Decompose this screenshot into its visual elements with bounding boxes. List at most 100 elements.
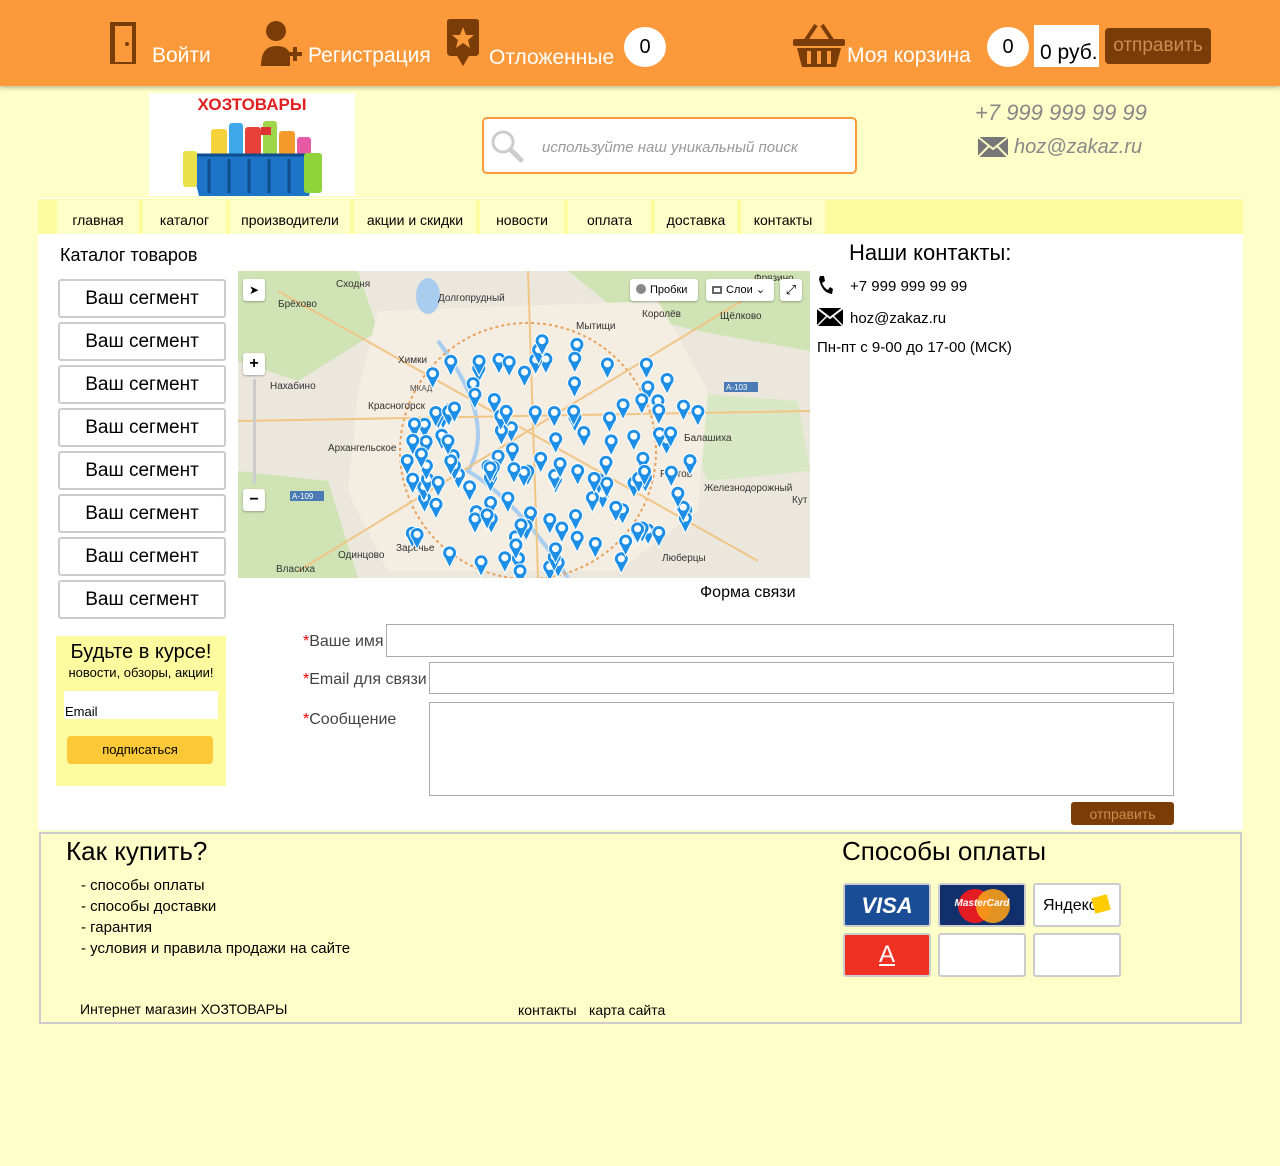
traffic-button[interactable]: Пробки: [630, 279, 698, 301]
nav-news[interactable]: новости: [480, 200, 564, 234]
zoom-in-button[interactable]: +: [243, 353, 265, 375]
nav-payment[interactable]: оплата: [568, 200, 651, 234]
mastercard-card: MasterCard: [938, 883, 1026, 927]
catalog-segment[interactable]: Ваш сегмент: [58, 322, 226, 361]
contacts-phone[interactable]: +7 999 999 99 99: [850, 278, 967, 295]
nav-manufacturers[interactable]: производители: [230, 200, 350, 234]
subscribe-subtitle: новости, обзоры, акции!: [68, 665, 214, 680]
contacts-title: Наши контакты:: [849, 240, 1012, 265]
site-logo[interactable]: ХОЗТОВАРЫ: [149, 93, 355, 196]
contacts-email[interactable]: hoz@zakaz.ru: [850, 310, 946, 327]
contacts-hours: Пн-пт с 9-00 до 17-00 (МСК): [817, 339, 1012, 356]
nav-contacts[interactable]: контакты: [741, 200, 825, 234]
visa-logo: VISA: [861, 893, 913, 918]
name-label-text: Ваше имя: [309, 633, 384, 650]
catalog-segment[interactable]: Ваш сегмент: [58, 279, 226, 318]
catalog-segment[interactable]: Ваш сегмент: [58, 494, 226, 533]
search-box[interactable]: [482, 117, 857, 174]
cart-total: 0 руб.: [1034, 25, 1099, 67]
layers-button[interactable]: Слои ⌄: [706, 279, 774, 301]
login-link[interactable]: Войти: [152, 44, 211, 68]
header-phone[interactable]: +7 999 999 99 99: [975, 100, 1147, 126]
catalog-segment[interactable]: Ваш сегмент: [58, 537, 226, 576]
catalog-segment[interactable]: Ваш сегмент: [58, 408, 226, 447]
layers-label: Слои: [726, 284, 753, 296]
feedback-send-button[interactable]: отправить: [1071, 802, 1174, 825]
deferred-link[interactable]: Отложенные: [489, 46, 614, 70]
nav-promotions[interactable]: акции и скидки: [354, 200, 476, 234]
payment-methods-title: Способы оплаты: [842, 836, 1047, 866]
footer-link-terms[interactable]: - условия и правила продажи на сайте: [81, 940, 350, 957]
footer-shop-name: Интернет магазин ХОЗТОВАРЫ: [80, 1001, 288, 1017]
catalog-segment[interactable]: Ваш сегмент: [58, 580, 226, 619]
layers-icon: [712, 286, 722, 294]
name-field[interactable]: [386, 624, 1174, 657]
traffic-icon: [636, 284, 646, 294]
nav-catalog[interactable]: каталог: [143, 200, 226, 234]
geolocation-button[interactable]: ➤: [243, 279, 265, 301]
map-place-label: Химки: [398, 355, 427, 366]
map-place-label: Архангельское: [328, 443, 397, 454]
nav-delivery[interactable]: доставка: [655, 200, 737, 234]
svg-text:А-109: А-109: [292, 492, 314, 501]
map-place-label: Кут: [792, 495, 808, 506]
wallet-icon: [1091, 894, 1111, 914]
map-canvas[interactable]: Сходня Брёхово Долгопрудный Мытищи Королёв Щё…: [238, 271, 810, 578]
footer-contacts-link[interactable]: контакты: [518, 1002, 577, 1018]
catalog-segment[interactable]: Ваш сегмент: [58, 365, 226, 404]
message-label: *Сообщение: [303, 711, 396, 729]
email-label: *Email для связи: [303, 671, 427, 689]
road-label: А-109: [290, 491, 324, 501]
footer-sitemap-link[interactable]: карта сайта: [589, 1002, 665, 1018]
header-email[interactable]: hoz@zakaz.ru: [1014, 136, 1142, 159]
map-place-label: Долгопрудный: [438, 293, 505, 304]
zoom-out-button[interactable]: −: [243, 489, 265, 511]
search-input[interactable]: [542, 139, 842, 156]
map-place-label: Королёв: [642, 309, 681, 320]
footer-link-payment[interactable]: - способы оплаты: [81, 877, 205, 894]
register-link[interactable]: Регистрация: [308, 44, 431, 68]
chevron-down-icon: ⌄: [755, 284, 766, 296]
footer-link-delivery[interactable]: - способы доставки: [81, 898, 216, 915]
map-place-label: Власиха: [276, 564, 316, 575]
cart-count-badge: 0: [987, 27, 1029, 67]
yandex-money-card: Яндекс: [1033, 883, 1121, 927]
road-label: А-103: [724, 382, 758, 392]
expand-icon: ⤢: [785, 282, 797, 297]
catalog-title: Каталог товаров: [60, 245, 198, 265]
name-label: *Ваше имя: [303, 633, 384, 651]
envelope-icon: [977, 136, 1009, 158]
feedback-title: Форма связи: [700, 584, 796, 601]
door-icon[interactable]: [108, 20, 140, 71]
payment-card-empty: [1033, 933, 1121, 977]
message-field[interactable]: [429, 702, 1174, 796]
map-place-label: Сходня: [336, 279, 370, 290]
footer: [39, 832, 1242, 1024]
search-icon[interactable]: [490, 129, 524, 163]
footer-link-warranty[interactable]: - гарантия: [81, 919, 152, 936]
svg-text:А-103: А-103: [726, 383, 748, 392]
cart-link[interactable]: Моя корзина: [847, 44, 971, 68]
bookmark-star-icon[interactable]: [445, 18, 481, 73]
map-pin-icon[interactable]: [512, 563, 528, 578]
map-place-label: Брёхово: [278, 299, 317, 310]
basket-icon[interactable]: [792, 22, 846, 73]
fullscreen-button[interactable]: ⤢: [780, 279, 802, 301]
catalog-segment[interactable]: Ваш сегмент: [58, 451, 226, 490]
nav-home[interactable]: главная: [57, 200, 139, 234]
subscribe-email-input[interactable]: [64, 691, 218, 719]
alfa-logo: А: [878, 941, 895, 968]
topbar-send-button[interactable]: отправить: [1105, 28, 1211, 64]
email-label-text: Email для связи: [309, 671, 427, 688]
yandex-map[interactable]: Сходня Брёхово Долгопрудный Мытищи Королёв Щё…: [238, 271, 810, 578]
svg-text:МКАД: МКАД: [410, 384, 433, 393]
map-place-label: Щёлково: [720, 311, 762, 322]
add-user-icon[interactable]: [260, 18, 302, 73]
how-to-buy-title: Как купить?: [66, 836, 208, 866]
cleaning-basket-icon: [183, 121, 322, 196]
email-field[interactable]: [429, 662, 1174, 694]
message-label-text: Сообщение: [309, 711, 397, 728]
subscribe-button[interactable]: подписаться: [67, 736, 213, 764]
envelope-icon: [816, 307, 844, 331]
zoom-slider[interactable]: [253, 379, 256, 483]
